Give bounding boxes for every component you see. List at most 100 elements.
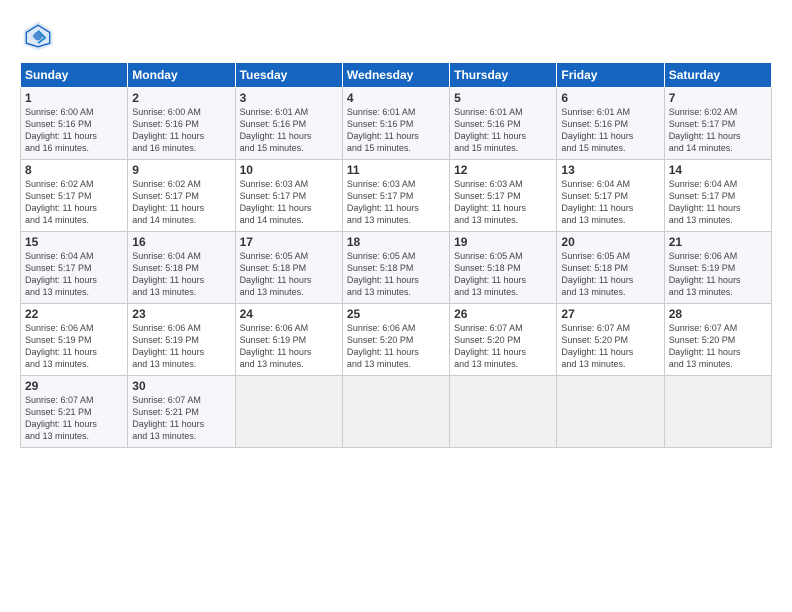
day-info: Sunrise: 6:07 AM Sunset: 5:20 PM Dayligh… [561, 322, 659, 371]
calendar-cell-15: 15Sunrise: 6:04 AM Sunset: 5:17 PM Dayli… [21, 232, 128, 304]
day-number: 20 [561, 235, 659, 249]
calendar-cell-empty [235, 376, 342, 448]
day-number: 24 [240, 307, 338, 321]
calendar-cell-24: 24Sunrise: 6:06 AM Sunset: 5:19 PM Dayli… [235, 304, 342, 376]
header-day-sunday: Sunday [21, 63, 128, 88]
day-number: 14 [669, 163, 767, 177]
day-info: Sunrise: 6:03 AM Sunset: 5:17 PM Dayligh… [347, 178, 445, 227]
day-number: 15 [25, 235, 123, 249]
day-info: Sunrise: 6:04 AM Sunset: 5:17 PM Dayligh… [669, 178, 767, 227]
calendar-cell-5: 5Sunrise: 6:01 AM Sunset: 5:16 PM Daylig… [450, 88, 557, 160]
calendar-cell-10: 10Sunrise: 6:03 AM Sunset: 5:17 PM Dayli… [235, 160, 342, 232]
calendar-cell-4: 4Sunrise: 6:01 AM Sunset: 5:16 PM Daylig… [342, 88, 449, 160]
day-number: 7 [669, 91, 767, 105]
calendar-cell-1: 1Sunrise: 6:00 AM Sunset: 5:16 PM Daylig… [21, 88, 128, 160]
day-number: 10 [240, 163, 338, 177]
day-number: 22 [25, 307, 123, 321]
day-number: 11 [347, 163, 445, 177]
day-info: Sunrise: 6:04 AM Sunset: 5:17 PM Dayligh… [561, 178, 659, 227]
calendar-week-2: 8Sunrise: 6:02 AM Sunset: 5:17 PM Daylig… [21, 160, 772, 232]
calendar-week-4: 22Sunrise: 6:06 AM Sunset: 5:19 PM Dayli… [21, 304, 772, 376]
day-number: 6 [561, 91, 659, 105]
calendar-cell-16: 16Sunrise: 6:04 AM Sunset: 5:18 PM Dayli… [128, 232, 235, 304]
day-number: 18 [347, 235, 445, 249]
day-info: Sunrise: 6:05 AM Sunset: 5:18 PM Dayligh… [561, 250, 659, 299]
day-number: 23 [132, 307, 230, 321]
calendar-cell-9: 9Sunrise: 6:02 AM Sunset: 5:17 PM Daylig… [128, 160, 235, 232]
calendar-cell-14: 14Sunrise: 6:04 AM Sunset: 5:17 PM Dayli… [664, 160, 771, 232]
day-info: Sunrise: 6:01 AM Sunset: 5:16 PM Dayligh… [561, 106, 659, 155]
calendar-cell-6: 6Sunrise: 6:01 AM Sunset: 5:16 PM Daylig… [557, 88, 664, 160]
calendar-week-5: 29Sunrise: 6:07 AM Sunset: 5:21 PM Dayli… [21, 376, 772, 448]
day-info: Sunrise: 6:06 AM Sunset: 5:19 PM Dayligh… [669, 250, 767, 299]
day-number: 4 [347, 91, 445, 105]
day-info: Sunrise: 6:07 AM Sunset: 5:20 PM Dayligh… [454, 322, 552, 371]
day-info: Sunrise: 6:06 AM Sunset: 5:19 PM Dayligh… [25, 322, 123, 371]
day-info: Sunrise: 6:02 AM Sunset: 5:17 PM Dayligh… [669, 106, 767, 155]
calendar-cell-11: 11Sunrise: 6:03 AM Sunset: 5:17 PM Dayli… [342, 160, 449, 232]
day-number: 12 [454, 163, 552, 177]
day-info: Sunrise: 6:06 AM Sunset: 5:20 PM Dayligh… [347, 322, 445, 371]
day-info: Sunrise: 6:05 AM Sunset: 5:18 PM Dayligh… [240, 250, 338, 299]
day-number: 30 [132, 379, 230, 393]
calendar-cell-19: 19Sunrise: 6:05 AM Sunset: 5:18 PM Dayli… [450, 232, 557, 304]
day-number: 8 [25, 163, 123, 177]
day-info: Sunrise: 6:04 AM Sunset: 5:18 PM Dayligh… [132, 250, 230, 299]
day-info: Sunrise: 6:00 AM Sunset: 5:16 PM Dayligh… [25, 106, 123, 155]
day-number: 21 [669, 235, 767, 249]
calendar-cell-20: 20Sunrise: 6:05 AM Sunset: 5:18 PM Dayli… [557, 232, 664, 304]
calendar-cell-empty [342, 376, 449, 448]
calendar-cell-17: 17Sunrise: 6:05 AM Sunset: 5:18 PM Dayli… [235, 232, 342, 304]
day-info: Sunrise: 6:00 AM Sunset: 5:16 PM Dayligh… [132, 106, 230, 155]
day-number: 25 [347, 307, 445, 321]
calendar-week-3: 15Sunrise: 6:04 AM Sunset: 5:17 PM Dayli… [21, 232, 772, 304]
calendar-cell-7: 7Sunrise: 6:02 AM Sunset: 5:17 PM Daylig… [664, 88, 771, 160]
calendar-cell-8: 8Sunrise: 6:02 AM Sunset: 5:17 PM Daylig… [21, 160, 128, 232]
day-info: Sunrise: 6:07 AM Sunset: 5:20 PM Dayligh… [669, 322, 767, 371]
day-number: 1 [25, 91, 123, 105]
day-info: Sunrise: 6:07 AM Sunset: 5:21 PM Dayligh… [25, 394, 123, 443]
calendar-week-1: 1Sunrise: 6:00 AM Sunset: 5:16 PM Daylig… [21, 88, 772, 160]
calendar-table: SundayMondayTuesdayWednesdayThursdayFrid… [20, 62, 772, 448]
day-number: 16 [132, 235, 230, 249]
day-info: Sunrise: 6:02 AM Sunset: 5:17 PM Dayligh… [25, 178, 123, 227]
day-info: Sunrise: 6:06 AM Sunset: 5:19 PM Dayligh… [240, 322, 338, 371]
calendar-cell-3: 3Sunrise: 6:01 AM Sunset: 5:16 PM Daylig… [235, 88, 342, 160]
day-number: 13 [561, 163, 659, 177]
day-info: Sunrise: 6:04 AM Sunset: 5:17 PM Dayligh… [25, 250, 123, 299]
calendar-cell-2: 2Sunrise: 6:00 AM Sunset: 5:16 PM Daylig… [128, 88, 235, 160]
day-number: 2 [132, 91, 230, 105]
calendar-cell-12: 12Sunrise: 6:03 AM Sunset: 5:17 PM Dayli… [450, 160, 557, 232]
day-number: 27 [561, 307, 659, 321]
day-number: 29 [25, 379, 123, 393]
day-info: Sunrise: 6:03 AM Sunset: 5:17 PM Dayligh… [240, 178, 338, 227]
day-number: 26 [454, 307, 552, 321]
calendar-cell-13: 13Sunrise: 6:04 AM Sunset: 5:17 PM Dayli… [557, 160, 664, 232]
calendar-cell-30: 30Sunrise: 6:07 AM Sunset: 5:21 PM Dayli… [128, 376, 235, 448]
day-info: Sunrise: 6:07 AM Sunset: 5:21 PM Dayligh… [132, 394, 230, 443]
day-info: Sunrise: 6:06 AM Sunset: 5:19 PM Dayligh… [132, 322, 230, 371]
day-number: 28 [669, 307, 767, 321]
calendar-cell-27: 27Sunrise: 6:07 AM Sunset: 5:20 PM Dayli… [557, 304, 664, 376]
header-day-friday: Friday [557, 63, 664, 88]
calendar-cell-29: 29Sunrise: 6:07 AM Sunset: 5:21 PM Dayli… [21, 376, 128, 448]
day-number: 3 [240, 91, 338, 105]
calendar-header: SundayMondayTuesdayWednesdayThursdayFrid… [21, 63, 772, 88]
header-row: SundayMondayTuesdayWednesdayThursdayFrid… [21, 63, 772, 88]
day-info: Sunrise: 6:03 AM Sunset: 5:17 PM Dayligh… [454, 178, 552, 227]
day-info: Sunrise: 6:01 AM Sunset: 5:16 PM Dayligh… [347, 106, 445, 155]
logo-icon [20, 18, 56, 54]
calendar-body: 1Sunrise: 6:00 AM Sunset: 5:16 PM Daylig… [21, 88, 772, 448]
day-info: Sunrise: 6:01 AM Sunset: 5:16 PM Dayligh… [454, 106, 552, 155]
day-info: Sunrise: 6:05 AM Sunset: 5:18 PM Dayligh… [347, 250, 445, 299]
day-number: 5 [454, 91, 552, 105]
day-info: Sunrise: 6:01 AM Sunset: 5:16 PM Dayligh… [240, 106, 338, 155]
calendar-cell-21: 21Sunrise: 6:06 AM Sunset: 5:19 PM Dayli… [664, 232, 771, 304]
day-number: 9 [132, 163, 230, 177]
calendar-cell-28: 28Sunrise: 6:07 AM Sunset: 5:20 PM Dayli… [664, 304, 771, 376]
calendar-cell-25: 25Sunrise: 6:06 AM Sunset: 5:20 PM Dayli… [342, 304, 449, 376]
header-day-monday: Monday [128, 63, 235, 88]
calendar-cell-empty [450, 376, 557, 448]
day-number: 19 [454, 235, 552, 249]
header-day-tuesday: Tuesday [235, 63, 342, 88]
